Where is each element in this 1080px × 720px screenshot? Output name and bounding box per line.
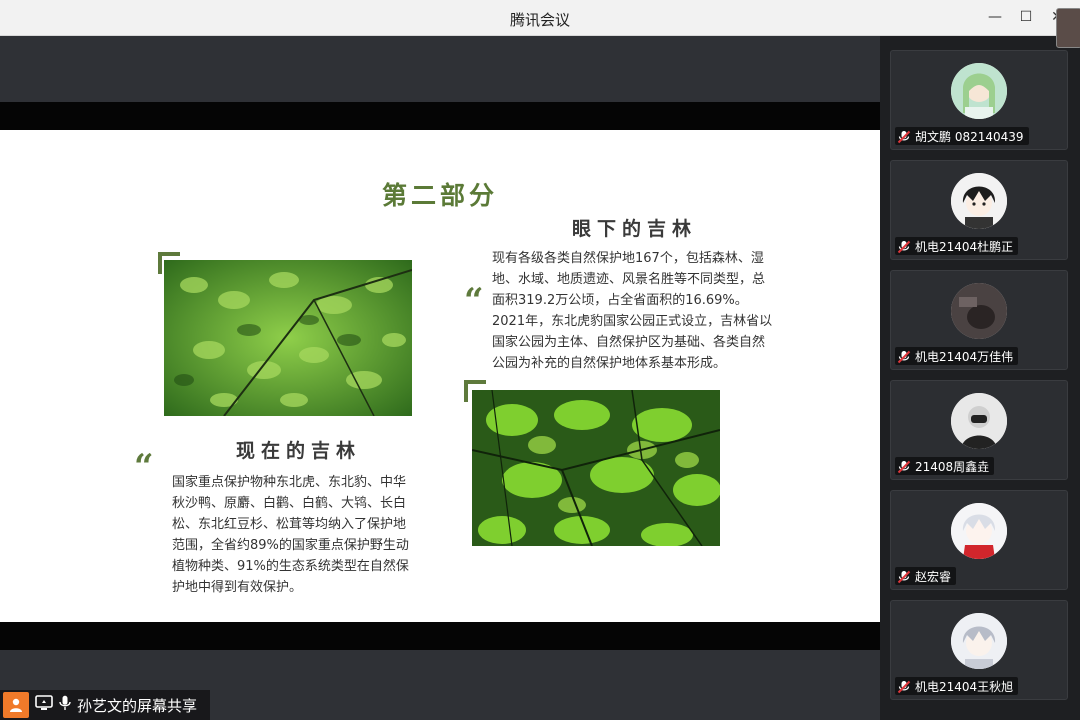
participant-tile[interactable]: 赵宏睿 — [890, 490, 1068, 590]
participant-name: 机电21404杜鹏正 — [915, 239, 1014, 254]
participant-tile[interactable]: 机电21404杜鹏正 — [890, 160, 1068, 260]
mic-muted-icon — [897, 459, 911, 474]
window-title: 腾讯会议 — [509, 11, 570, 29]
anime-portrait-avatar — [951, 613, 1007, 669]
maximize-button[interactable]: ☐ — [1017, 8, 1035, 26]
mic-muted-icon — [897, 349, 911, 364]
letterbox-bottom — [0, 622, 880, 650]
participant-label: 胡文鹏 082140439 — [895, 127, 1029, 145]
anime-boy-avatar — [951, 173, 1007, 229]
screen-share-indicator[interactable]: 孙艺文的屏幕共享 — [0, 690, 210, 720]
participant-name: 胡文鹏 082140439 — [915, 129, 1024, 144]
quote-mark-icon: “ — [134, 447, 154, 487]
right-paragraph: 现有各级各类自然保护地167个，包括森林、湿地、水域、地质遗迹、风景名胜等不同类… — [492, 251, 773, 371]
self-video-thumbnail[interactable] — [1056, 8, 1080, 48]
left-paragraph: 国家重点保护物种东北虎、东北豹、中华秋沙鸭、原麝、白鹳、白鹤、大鸨、长白松、东北… — [172, 475, 409, 595]
masked-person-avatar — [951, 393, 1007, 449]
white-hair-anime-avatar — [951, 503, 1007, 559]
quote-mark-icon: “ — [464, 281, 484, 321]
participant-tile[interactable]: 胡文鹏 082140439 — [890, 50, 1068, 150]
participant-label: 机电21404王秋旭 — [895, 677, 1019, 695]
mic-muted-icon — [897, 239, 911, 254]
backlit-leaves-photo — [472, 390, 720, 546]
user-icon — [3, 692, 29, 718]
dark-photo-avatar — [951, 283, 1007, 339]
participant-name: 21408周鑫垚 — [915, 459, 990, 474]
screen-share-icon — [35, 695, 53, 715]
participant-name: 赵宏睿 — [915, 569, 952, 584]
mic-muted-icon — [897, 129, 911, 144]
screen-share-label: 孙艺文的屏幕共享 — [77, 696, 198, 715]
participant-label: 21408周鑫垚 — [895, 457, 995, 475]
right-heading: 眼下的吉林 — [572, 218, 698, 240]
mic-muted-icon — [897, 569, 911, 584]
left-heading: 现在的吉林 — [236, 440, 362, 462]
participant-name: 机电21404万佳伟 — [915, 349, 1014, 364]
presentation-slide: 第二部分 现在的吉林 “ 国家重点保护物种东北虎、东北豹、中华秋沙鸭、原麝、白鹳… — [0, 130, 880, 622]
participant-label: 机电21404杜鹏正 — [895, 237, 1019, 255]
letterbox-top — [0, 102, 880, 130]
slide-part-title: 第二部分 — [381, 181, 498, 210]
microphone-icon — [59, 695, 71, 715]
participant-tile[interactable]: 机电21404万佳伟 — [890, 270, 1068, 370]
participants-panel: 胡文鹏 082140439 机电21404杜鹏正 机电21404万佳伟 21408周鑫… — [880, 36, 1080, 720]
minimize-button[interactable]: — — [986, 8, 1004, 26]
participant-tile[interactable]: 21408周鑫垚 — [890, 380, 1068, 480]
participant-tile[interactable]: 机电21404王秋旭 — [890, 600, 1068, 700]
participant-name: 机电21404王秋旭 — [915, 679, 1014, 694]
mic-muted-icon — [897, 679, 911, 694]
participant-label: 机电21404万佳伟 — [895, 347, 1019, 365]
participant-label: 赵宏睿 — [895, 567, 957, 585]
anime-girl-avatar — [951, 63, 1007, 119]
screen-share-area: 第二部分 现在的吉林 “ 国家重点保护物种东北虎、东北豹、中华秋沙鸭、原麝、白鹳… — [0, 36, 880, 720]
leaf-canopy-photo — [164, 260, 412, 416]
title-bar: 腾讯会议 — ☐ ✕ — [0, 0, 1080, 36]
